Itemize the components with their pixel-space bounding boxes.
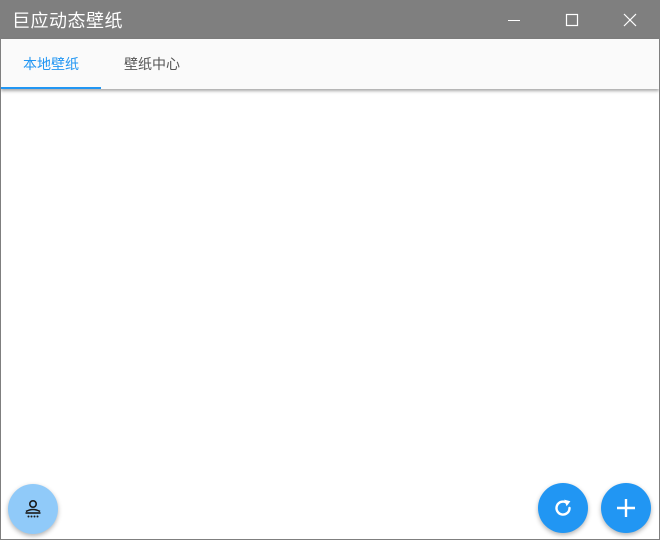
wallpaper-person-button[interactable] — [8, 484, 58, 534]
tab-active-indicator — [1, 87, 101, 89]
tab-bar: 本地壁纸 壁纸中心 — [1, 39, 659, 89]
tab-label: 本地壁纸 — [23, 57, 79, 73]
add-wallpaper-button[interactable] — [601, 483, 651, 533]
plus-icon — [617, 499, 635, 517]
tab-local-wallpaper[interactable]: 本地壁纸 — [1, 39, 101, 89]
wallpaper-person-icon — [25, 499, 41, 518]
refresh-button[interactable] — [538, 483, 588, 533]
close-icon — [623, 13, 637, 27]
minimize-icon — [508, 20, 520, 21]
maximize-button[interactable] — [543, 1, 601, 39]
wallpaper-list-area — [1, 89, 659, 539]
window-title: 巨应动态壁纸 — [12, 11, 123, 32]
close-button[interactable] — [601, 1, 659, 39]
tab-label: 壁纸中心 — [124, 57, 180, 73]
maximize-icon — [565, 13, 579, 27]
title-bar[interactable]: 巨应动态壁纸 — [1, 1, 659, 39]
tab-wallpaper-center[interactable]: 壁纸中心 — [102, 39, 202, 89]
refresh-icon — [555, 499, 571, 516]
minimize-button[interactable] — [485, 1, 543, 39]
app-window: 巨应动态壁纸 本地壁纸 壁纸中心 — [0, 0, 660, 540]
